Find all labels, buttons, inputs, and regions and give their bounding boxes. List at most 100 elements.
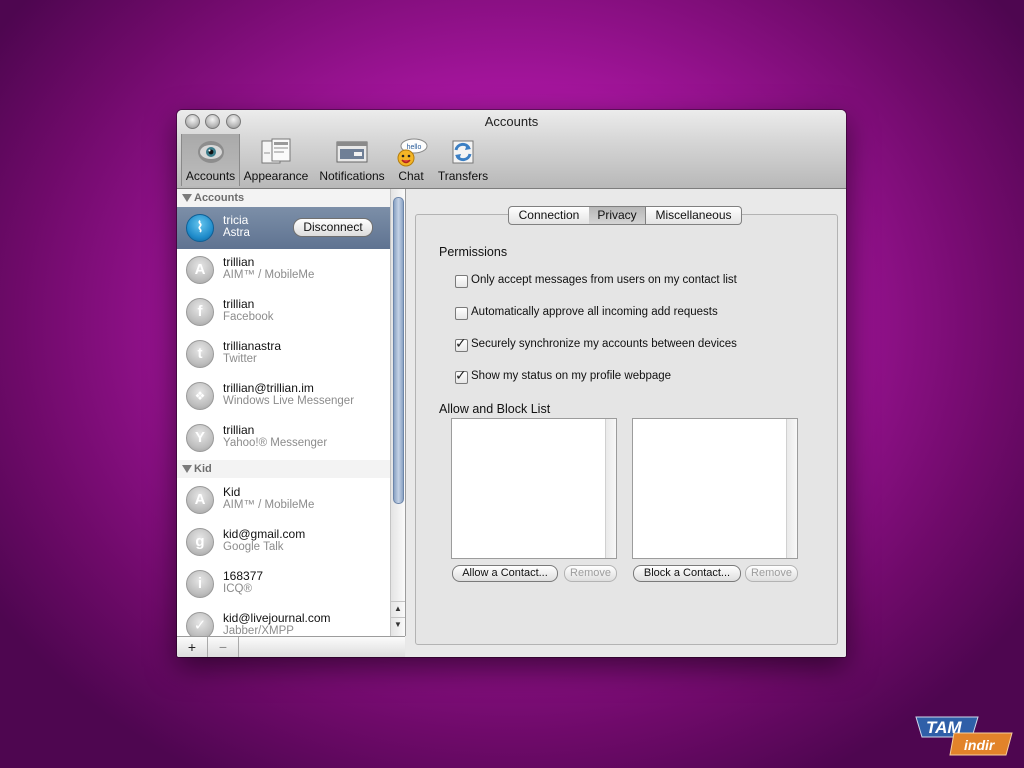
- disclosure-triangle-icon: [182, 194, 192, 202]
- account-service: Yahoo!® Messenger: [223, 437, 328, 449]
- account-service: Twitter: [223, 353, 257, 365]
- chat-icon-text: hello: [407, 144, 422, 151]
- checkbox-show-status[interactable]: ✓: [455, 367, 468, 384]
- disconnect-button[interactable]: Disconnect: [293, 218, 373, 237]
- twitter-icon: t: [186, 340, 214, 368]
- yahoo-icon: Y: [186, 424, 214, 452]
- account-name: trillianastra: [223, 339, 282, 353]
- checkmark-icon: ✓: [455, 367, 467, 383]
- allow-remove-button[interactable]: Remove: [564, 565, 617, 582]
- account-name: trillian: [223, 297, 255, 311]
- group-header-kid[interactable]: Kid: [177, 460, 390, 478]
- account-service: Google Talk: [223, 541, 284, 553]
- account-service: AIM™ / MobileMe: [223, 499, 315, 511]
- transfer-arrows-icon: [447, 138, 479, 169]
- account-service: Facebook: [223, 311, 274, 323]
- title-bar: Accounts Accounts Appearance Notificatio…: [177, 110, 846, 189]
- account-service: Astra: [223, 227, 250, 239]
- account-name: trillian@trillian.im: [223, 381, 314, 395]
- account-service: ICQ®: [223, 583, 252, 595]
- block-remove-button[interactable]: Remove: [745, 565, 798, 582]
- tab-miscellaneous[interactable]: Miscellaneous: [646, 206, 742, 225]
- allow-block-heading: Allow and Block List: [439, 402, 551, 416]
- tab-privacy[interactable]: Privacy: [589, 206, 646, 225]
- privacy-panel: Connection Privacy Miscellaneous Permiss…: [406, 189, 846, 657]
- group-header-accounts[interactable]: Accounts: [177, 189, 390, 207]
- jabber-icon: ✓: [186, 612, 214, 636]
- astra-icon: ⌇: [186, 214, 214, 242]
- account-name: kid@livejournal.com: [223, 611, 331, 625]
- sidebar-scrollbar[interactable]: ▲ ▼: [390, 189, 405, 636]
- scroll-up-arrow-icon[interactable]: ▲: [391, 601, 405, 616]
- checkbox-label: Only accept messages from users on my co…: [471, 274, 737, 286]
- chat-bubble-icon: hello: [394, 138, 428, 171]
- watermark-line1: TAM: [926, 718, 962, 737]
- sidebar-bottom-bar: + −: [177, 636, 405, 657]
- block-list[interactable]: [632, 418, 798, 559]
- checkbox-label: Automatically approve all incoming add r…: [471, 306, 718, 318]
- account-name: trillian: [223, 255, 255, 269]
- account-name: kid@gmail.com: [223, 527, 306, 541]
- toolbar-label: Accounts: [185, 169, 236, 183]
- account-row[interactable]: f trillian Facebook: [177, 291, 390, 333]
- account-row[interactable]: Y trillian Yahoo!® Messenger: [177, 417, 390, 459]
- account-row[interactable]: A Kid AIM™ / MobileMe: [177, 479, 390, 521]
- allow-list[interactable]: [451, 418, 617, 559]
- toolbar-chat[interactable]: hello Chat: [393, 134, 429, 186]
- windows-live-icon: ❖: [186, 382, 214, 410]
- account-service: Windows Live Messenger: [223, 395, 355, 407]
- toolbar-accounts[interactable]: Accounts: [181, 134, 240, 186]
- tamindir-watermark-logo: TAM indir: [914, 715, 1014, 757]
- account-name: tricia: [223, 213, 249, 227]
- checkbox-sync-accounts[interactable]: ✓: [455, 335, 468, 352]
- notification-window-icon: [336, 138, 368, 169]
- account-service: AIM™ / MobileMe: [223, 269, 315, 281]
- checkbox-label: Show my status on my profile webpage: [471, 370, 672, 382]
- checkbox-auto-approve[interactable]: [455, 307, 468, 320]
- toolbar-label: Notifications: [319, 169, 385, 183]
- toolbar-appearance[interactable]: Appearance: [242, 134, 310, 186]
- accounts-sidebar: Accounts ⌇ tricia Astra Disconnect A tri…: [177, 189, 406, 636]
- toolbar-label: Appearance: [243, 169, 309, 183]
- remove-account-button[interactable]: −: [208, 637, 239, 657]
- checkbox-contact-list-only[interactable]: [455, 275, 468, 288]
- account-row[interactable]: A trillian AIM™ / MobileMe: [177, 249, 390, 291]
- toolbar-notifications[interactable]: Notifications: [316, 134, 388, 186]
- allow-list-scrollbar[interactable]: [605, 419, 616, 558]
- allow-contact-button[interactable]: Allow a Contact...: [452, 565, 558, 582]
- group-label: Accounts: [194, 192, 245, 204]
- toolbar-transfers[interactable]: Transfers: [436, 134, 490, 186]
- account-row[interactable]: ⌇ tricia Astra Disconnect: [177, 207, 390, 249]
- account-row[interactable]: ✓ kid@livejournal.com Jabber/XMPP: [177, 605, 390, 636]
- account-row[interactable]: ❖ trillian@trillian.im Windows Live Mess…: [177, 375, 390, 417]
- eye-icon: [195, 138, 227, 169]
- window-title: Accounts: [484, 114, 539, 129]
- block-contact-button[interactable]: Block a Contact...: [633, 565, 741, 582]
- tab-connection[interactable]: Connection: [508, 206, 590, 225]
- account-name: trillian: [223, 423, 255, 437]
- account-row[interactable]: g kid@gmail.com Google Talk: [177, 521, 390, 563]
- accounts-window: Accounts Accounts Appearance Notificatio…: [177, 110, 846, 657]
- facebook-icon: f: [186, 298, 214, 326]
- checkmark-icon: ✓: [455, 335, 467, 351]
- scrollbar-thumb[interactable]: [393, 197, 404, 504]
- group-label: Kid: [194, 463, 212, 475]
- account-row[interactable]: i 168377 ICQ®: [177, 563, 390, 605]
- toolbar-label: Transfers: [437, 169, 489, 183]
- account-name: 168377: [223, 569, 264, 583]
- account-name: Kid: [223, 485, 241, 499]
- block-list-scrollbar[interactable]: [786, 419, 797, 558]
- icq-icon: i: [186, 570, 214, 598]
- google-talk-icon: g: [186, 528, 214, 556]
- account-service: Jabber/XMPP: [223, 625, 294, 636]
- account-row[interactable]: t trillianastra Twitter: [177, 333, 390, 375]
- toolbar-label: Chat: [398, 169, 424, 183]
- windows-icon: [260, 138, 292, 169]
- add-account-button[interactable]: +: [177, 637, 208, 657]
- scroll-down-arrow-icon[interactable]: ▼: [391, 617, 405, 632]
- aim-icon: A: [186, 256, 214, 284]
- permissions-heading: Permissions: [439, 245, 508, 259]
- checkbox-label: Securely synchronize my accounts between…: [471, 338, 737, 350]
- disclosure-triangle-icon: [182, 465, 192, 473]
- watermark-line2: indir: [964, 737, 996, 753]
